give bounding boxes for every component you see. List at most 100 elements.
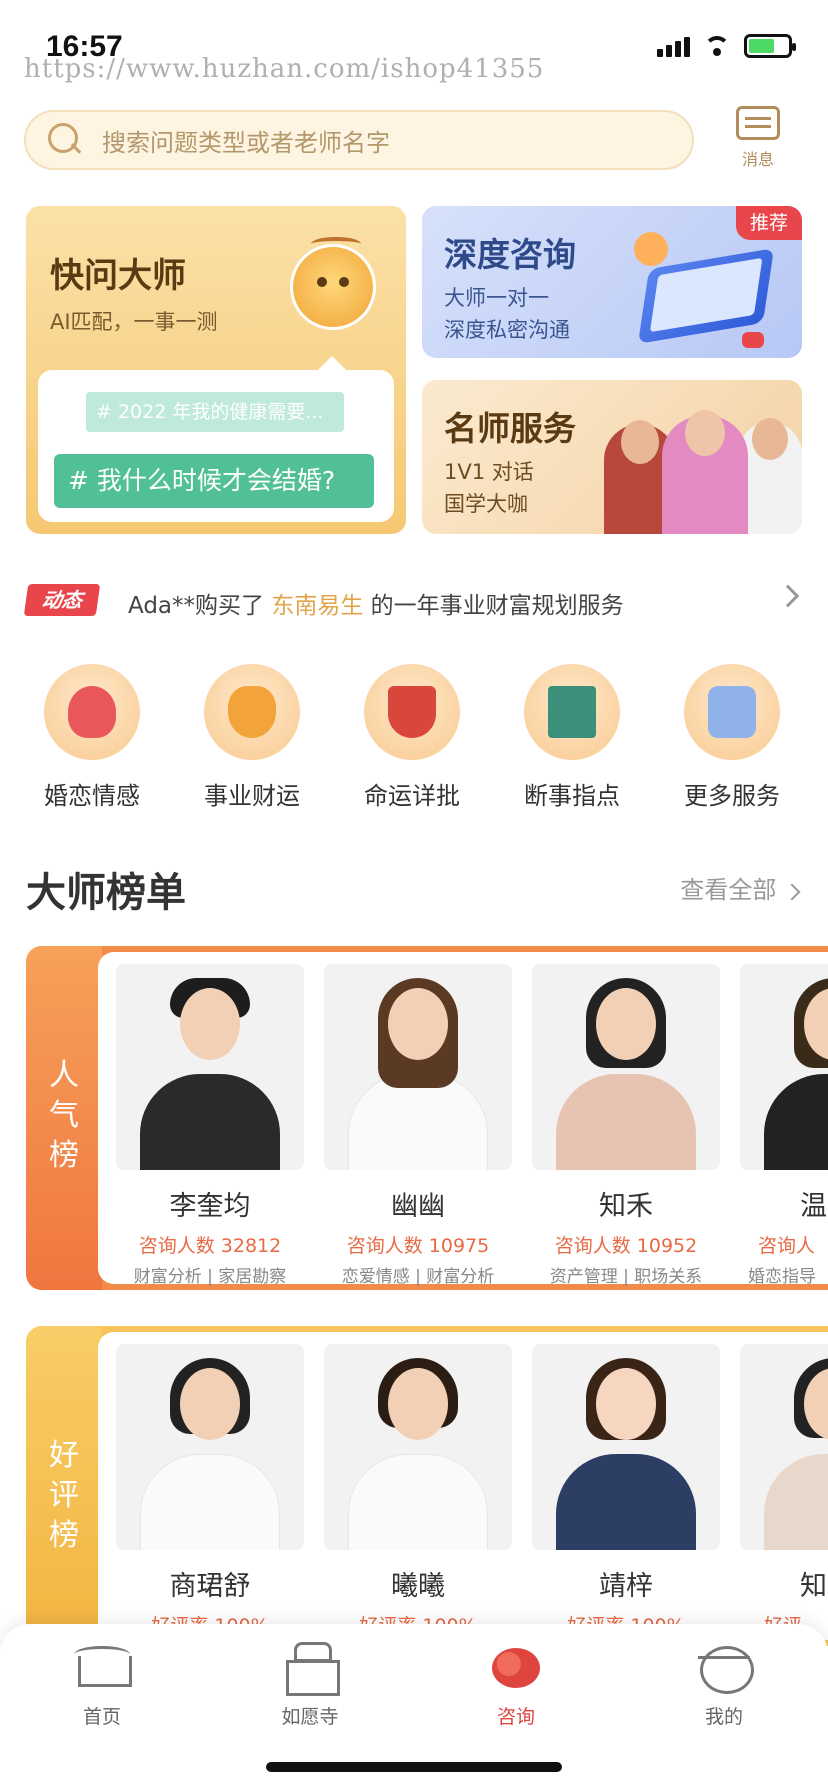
tab-label: 首页 — [82, 1706, 121, 1728]
rating-ranking-tab[interactable]: 好评榜 — [26, 1326, 102, 1646]
master-tags: 财富分析 | 家居勘察 — [133, 1267, 287, 1287]
category-label: 更多服务 — [684, 782, 780, 810]
activity-suffix: 的一年事业财富规划服务 — [370, 593, 624, 619]
tab-label: 我的 — [704, 1706, 743, 1728]
master-card[interactable]: 靖梓 好评率 100% — [532, 1344, 720, 1638]
message-button[interactable]: 消息 — [728, 106, 788, 170]
quick-ask-card[interactable]: 快问大师 AI匹配，一事一测 # 2022 年我的健康需要... # 我什么时候… — [26, 206, 406, 534]
master-card[interactable]: 温 咨询人 婚恋指导 — [740, 964, 828, 1287]
master-service-line-2: 国学大咖 — [444, 492, 528, 516]
master-card[interactable]: 商珺舒 好评率 100% — [116, 1344, 304, 1638]
master-photo — [532, 964, 720, 1170]
master-name: 李奎均 — [169, 1191, 251, 1222]
book-icon — [524, 664, 620, 760]
master-consult-count: 咨询人数 32812 — [138, 1235, 282, 1257]
watermark: https://www.huzhan.com/ishop41355 — [24, 54, 545, 84]
search-icon — [48, 123, 82, 157]
tab-home[interactable]: 首页 — [42, 1642, 162, 1729]
category-label: 断事指点 — [524, 782, 620, 810]
chevron-right-icon — [776, 584, 800, 608]
message-label: 消息 — [741, 150, 774, 169]
tab-temple[interactable]: 如愿寺 — [250, 1642, 370, 1729]
user-icon — [634, 232, 668, 266]
recommend-badge: 推荐 — [736, 206, 802, 240]
deep-consult-card[interactable]: 深度咨询 大师一对一 深度私密沟通 推荐 — [422, 206, 802, 358]
master-card[interactable]: 知 好评 — [740, 1344, 828, 1638]
tab-profile[interactable]: 我的 — [664, 1642, 784, 1729]
master-photo — [324, 1344, 512, 1550]
ranking-title: 大师榜单 — [26, 870, 186, 916]
master-card[interactable]: 知禾 咨询人数 10952 资产管理 | 职场关系 — [532, 964, 720, 1287]
master-card[interactable]: 曦曦 好评率 100% — [324, 1344, 512, 1638]
category-more[interactable]: 更多服务 — [662, 664, 802, 811]
chat-box-icon — [684, 664, 780, 760]
rating-master-list: 商珺舒 好评率 100% 曦曦 好评率 100% 靖梓 好评率 100% 知 好… — [98, 1332, 828, 1640]
category-love[interactable]: 婚恋情感 — [22, 664, 162, 811]
category-label: 事业财运 — [204, 782, 300, 810]
master-photo — [740, 1344, 828, 1550]
question-box: # 2022 年我的健康需要... # 我什么时候才会结婚? — [38, 370, 394, 522]
bird-heart-icon — [44, 664, 140, 760]
category-fate[interactable]: 命运详批 — [342, 664, 482, 811]
tab-label: 咨询 — [496, 1706, 535, 1728]
popular-ranking-label: 人气榜 — [49, 1058, 79, 1173]
deep-consult-line-2: 深度私密沟通 — [444, 318, 570, 342]
popular-master-list: 李奎均 咨询人数 32812 财富分析 | 家居勘察 幽幽 咨询人数 10975… — [98, 952, 828, 1287]
tab-consult[interactable]: 咨询 — [456, 1642, 576, 1729]
activity-tag: 动态 — [23, 584, 101, 616]
category-career[interactable]: 事业财运 — [182, 664, 322, 811]
master-photo — [116, 1344, 304, 1550]
master-name: 曦曦 — [391, 1571, 445, 1602]
master-tags: 恋爱情感 | 财富分析 — [341, 1267, 495, 1287]
message-icon — [736, 106, 780, 140]
scroll-icon — [364, 664, 460, 760]
question-tag-marriage[interactable]: # 我什么时候才会结婚? — [54, 454, 374, 508]
master-name: 商珺舒 — [169, 1571, 251, 1602]
activity-ticker[interactable]: 动态 Ada**购买了 东南易生 的一年事业财富规划服务 — [23, 584, 802, 620]
deep-consult-title: 深度咨询 — [444, 235, 576, 274]
category-label: 命运详批 — [364, 782, 460, 810]
temple-icon — [282, 1642, 340, 1696]
master-name: 幽幽 — [391, 1191, 445, 1222]
activity-text: Ada**购买了 东南易生 的一年事业财富规划服务 — [128, 586, 624, 620]
master-card[interactable]: 李奎均 咨询人数 32812 财富分析 | 家居勘察 — [116, 964, 304, 1287]
quick-ask-title: 快问大师 — [50, 256, 186, 296]
status-bar: 16:57 https://www.huzhan.com/ishop41355 — [0, 0, 828, 100]
category-grid: 婚恋情感 事业财运 命运详批 断事指点 更多服务 — [0, 664, 828, 814]
rating-ranking-label: 好评榜 — [49, 1438, 79, 1553]
master-card[interactable]: 幽幽 咨询人数 10975 恋爱情感 | 财富分析 — [324, 964, 512, 1287]
signal-icon — [657, 35, 690, 57]
chat-icon — [742, 332, 764, 348]
battery-icon — [744, 34, 796, 58]
master-tags: 婚恋指导 — [748, 1267, 816, 1287]
popular-ranking-tab[interactable]: 人气榜 — [26, 946, 102, 1290]
master-photo — [324, 964, 512, 1170]
deep-consult-line-1: 大师一对一 — [444, 286, 549, 310]
see-all-link[interactable]: 查看全部 — [680, 870, 801, 905]
master-service-line-1: 1V1 对话 — [444, 460, 534, 484]
chevron-right-icon — [783, 883, 801, 901]
money-bag-icon — [204, 664, 300, 760]
master-photo — [116, 964, 304, 1170]
rating-ranking-panel: 好评榜 商珺舒 好评率 100% 曦曦 好评率 100% 靖梓 好评率 100% — [26, 1326, 828, 1646]
wifi-icon — [704, 36, 730, 56]
category-label: 婚恋情感 — [44, 782, 140, 810]
master-consult-count: 咨询人 — [758, 1235, 816, 1257]
master-name: 温 — [800, 1191, 827, 1222]
master-consult-count: 咨询人数 10952 — [554, 1235, 698, 1257]
see-all-label: 查看全部 — [680, 876, 777, 904]
search-placeholder: 搜索问题类型或者老师名字 — [102, 128, 390, 157]
category-guidance[interactable]: 断事指点 — [502, 664, 642, 811]
tab-label: 如愿寺 — [281, 1706, 339, 1728]
master-service-card[interactable]: 名师服务 1V1 对话 国学大咖 — [422, 380, 802, 534]
master-tags: 资产管理 | 职场关系 — [549, 1267, 703, 1287]
koi-fish-icon — [488, 1642, 544, 1692]
home-indicator — [266, 1762, 562, 1772]
question-tag-health[interactable]: # 2022 年我的健康需要... — [86, 392, 344, 432]
master-service-title: 名师服务 — [444, 409, 576, 448]
master-name: 知禾 — [599, 1191, 653, 1222]
master-photo — [662, 410, 748, 534]
search-bar[interactable]: 搜索问题类型或者老师名字 — [24, 110, 694, 170]
activity-master-name: 东南易生 — [271, 593, 364, 619]
status-icons — [657, 34, 796, 58]
